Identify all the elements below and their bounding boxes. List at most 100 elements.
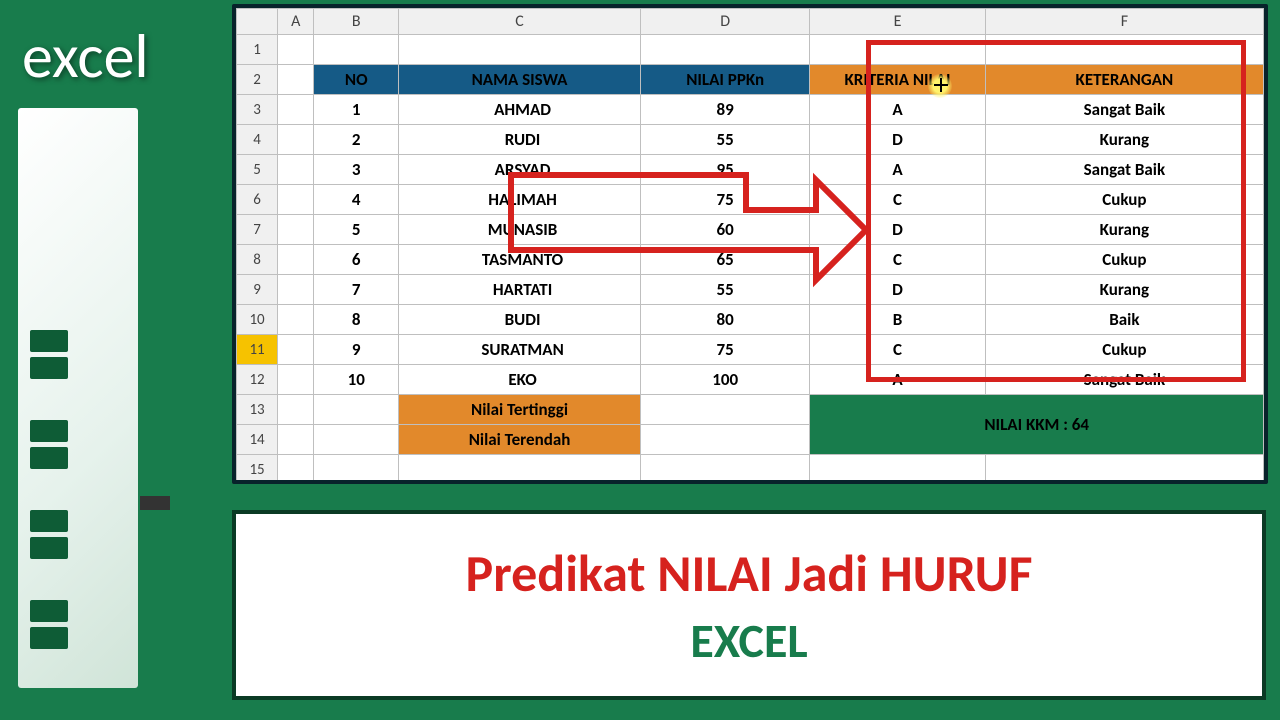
cell[interactable]	[278, 365, 314, 395]
row-header[interactable]: 5	[237, 155, 278, 185]
cell-keterangan[interactable]: Baik	[985, 305, 1263, 335]
cell-nama[interactable]: EKO	[399, 365, 641, 395]
cell-nilai[interactable]: 75	[641, 185, 810, 215]
row-header[interactable]: 14	[237, 425, 278, 455]
table-row[interactable]: 10 8BUDI80BBaik	[237, 305, 1264, 335]
cell-nama[interactable]: TASMANTO	[399, 245, 641, 275]
table-row[interactable]: 31AHMAD89ASangat Baik	[237, 95, 1264, 125]
select-all-corner[interactable]	[237, 9, 278, 35]
cell-keterangan[interactable]: Kurang	[985, 275, 1263, 305]
cell-no[interactable]: 8	[314, 305, 399, 335]
table-row[interactable]: 119SURATMAN75CCukup	[237, 335, 1264, 365]
cell-nama[interactable]: RUDI	[399, 125, 641, 155]
col-header-a[interactable]: A	[278, 9, 314, 35]
cell-keterangan[interactable]: Cukup	[985, 185, 1263, 215]
cell-kriteria[interactable]: B	[810, 305, 985, 335]
table-row[interactable]: 5 3ARSYAD95ASangat Baik	[237, 155, 1264, 185]
col-header-e[interactable]: E	[810, 9, 985, 35]
table-row[interactable]: 97HARTATI55DKurang	[237, 275, 1264, 305]
cell-kriteria[interactable]: D	[810, 125, 985, 155]
worksheet-grid[interactable]: A B C D E F 1 2 NO NAMA SISWA NILAI PPKn…	[236, 8, 1264, 484]
cell-nama[interactable]: BUDI	[399, 305, 641, 335]
cell-nama[interactable]: HARTATI	[399, 275, 641, 305]
cell-nilai-kkm[interactable]: NILAI KKM : 64	[810, 395, 1264, 455]
cell[interactable]	[278, 185, 314, 215]
cell[interactable]	[278, 215, 314, 245]
cell[interactable]	[278, 335, 314, 365]
cell-keterangan[interactable]: Sangat Baik	[985, 365, 1263, 395]
table-row[interactable]: 42RUDI55DKurang	[237, 125, 1264, 155]
table-row[interactable]: 12 10EKO100ASangat Baik	[237, 365, 1264, 395]
cell-header-no[interactable]: NO	[314, 65, 399, 95]
cell-kriteria[interactable]: A	[810, 155, 985, 185]
table-row[interactable]: 1	[237, 35, 1264, 65]
cell-header-nama[interactable]: NAMA SISWA	[399, 65, 641, 95]
cell-kriteria[interactable]: C	[810, 245, 985, 275]
table-row[interactable]: 13 Nilai Tertinggi NILAI KKM : 64	[237, 395, 1264, 425]
cell-nilai-terendah[interactable]: Nilai Terendah	[399, 425, 641, 455]
cell-nilai[interactable]: 60	[641, 215, 810, 245]
cell-nilai[interactable]: 95	[641, 155, 810, 185]
cell-nama[interactable]: MUNASIB	[399, 215, 641, 245]
cell-kriteria[interactable]: C	[810, 335, 985, 365]
cell-nilai[interactable]: 75	[641, 335, 810, 365]
cell-keterangan[interactable]: Kurang	[985, 215, 1263, 245]
cell[interactable]	[278, 275, 314, 305]
cell-nama[interactable]: SURATMAN	[399, 335, 641, 365]
cell-keterangan[interactable]: Cukup	[985, 335, 1263, 365]
cell-no[interactable]: 4	[314, 185, 399, 215]
col-header-f[interactable]: F	[985, 9, 1263, 35]
cell[interactable]	[278, 95, 314, 125]
cell-no[interactable]: 10	[314, 365, 399, 395]
row-header[interactable]: 6	[237, 185, 278, 215]
cell[interactable]	[278, 245, 314, 275]
cell-kriteria[interactable]: C	[810, 185, 985, 215]
cell-nilai[interactable]: 55	[641, 275, 810, 305]
cell-keterangan[interactable]: Kurang	[985, 125, 1263, 155]
cell-no[interactable]: 1	[314, 95, 399, 125]
cell-no[interactable]: 3	[314, 155, 399, 185]
cell-keterangan[interactable]: Cukup	[985, 245, 1263, 275]
col-header-c[interactable]: C	[399, 9, 641, 35]
cell-nilai[interactable]: 55	[641, 125, 810, 155]
row-header[interactable]: 4	[237, 125, 278, 155]
row-header[interactable]: 11	[237, 335, 278, 365]
cell-nama[interactable]: AHMAD	[399, 95, 641, 125]
cell-nilai[interactable]: 89	[641, 95, 810, 125]
cell-kriteria[interactable]: D	[810, 215, 985, 245]
cell[interactable]	[278, 305, 314, 335]
table-row[interactable]: 15	[237, 455, 1264, 485]
cell[interactable]	[641, 425, 810, 455]
cell-no[interactable]: 5	[314, 215, 399, 245]
col-header-d[interactable]: D	[641, 9, 810, 35]
column-header-row[interactable]: A B C D E F	[237, 9, 1264, 35]
cell-keterangan[interactable]: Sangat Baik	[985, 95, 1263, 125]
row-header[interactable]: 10	[237, 305, 278, 335]
cell[interactable]	[641, 395, 810, 425]
col-header-b[interactable]: B	[314, 9, 399, 35]
cell-kriteria[interactable]: A	[810, 365, 985, 395]
cell-keterangan[interactable]: Sangat Baik	[985, 155, 1263, 185]
cell-header-kriteria[interactable]: KRITERIA NILAI	[810, 65, 985, 95]
row-header[interactable]: 12	[237, 365, 278, 395]
row-header[interactable]: 7	[237, 215, 278, 245]
table-header-row[interactable]: 2 NO NAMA SISWA NILAI PPKn KRITERIA NILA…	[237, 65, 1264, 95]
row-header[interactable]: 13	[237, 395, 278, 425]
table-row[interactable]: 86TASMANTO65CCukup	[237, 245, 1264, 275]
table-row[interactable]: 7 5MUNASIB60DKurang	[237, 215, 1264, 245]
cell-header-keterangan[interactable]: KETERANGAN	[985, 65, 1263, 95]
cell-nilai[interactable]: 100	[641, 365, 810, 395]
cell-nama[interactable]: ARSYAD	[399, 155, 641, 185]
row-header[interactable]: 2	[237, 65, 278, 95]
row-header[interactable]: 8	[237, 245, 278, 275]
cell-header-nilai[interactable]: NILAI PPKn	[641, 65, 810, 95]
cell-no[interactable]: 7	[314, 275, 399, 305]
row-header[interactable]: 15	[237, 455, 278, 485]
cell-nilai-tertinggi[interactable]: Nilai Tertinggi	[399, 395, 641, 425]
cell-kriteria[interactable]: A	[810, 95, 985, 125]
cell-nama[interactable]: HALIMAH	[399, 185, 641, 215]
cell[interactable]	[278, 155, 314, 185]
cell-kriteria[interactable]: D	[810, 275, 985, 305]
cell-nilai[interactable]: 80	[641, 305, 810, 335]
table-row[interactable]: 6 4HALIMAH75CCukup	[237, 185, 1264, 215]
